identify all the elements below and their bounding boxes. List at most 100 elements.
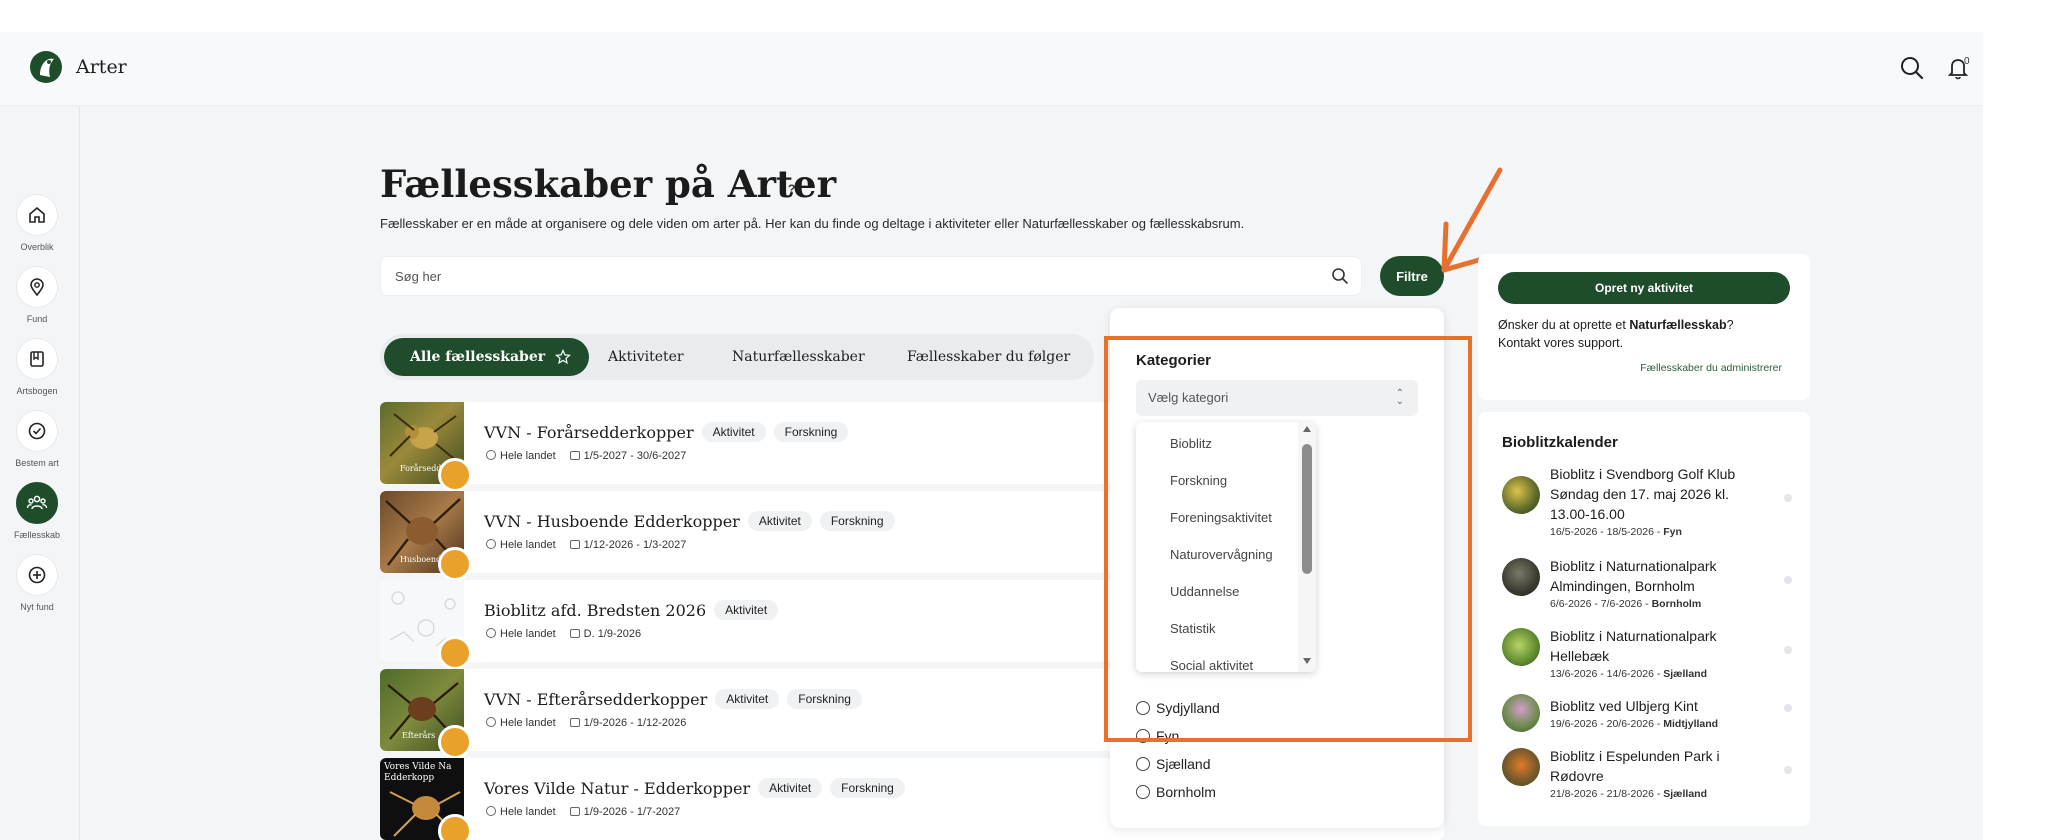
row-title: Bioblitz afd. Bredsten 2026 Aktivitet — [484, 600, 779, 620]
sidebar-item-label: Fællesskab — [13, 530, 60, 540]
calendar-event[interactable]: Bioblitz ved Ulbjerg Kint 19/6-2026 - 20… — [1502, 694, 1792, 736]
map-pin-icon — [16, 266, 58, 308]
search-box — [380, 256, 1362, 296]
event-thumbnail — [1502, 694, 1540, 732]
sidebar-item-bestem-art[interactable]: Bestem art — [0, 410, 74, 468]
check-circle-icon — [16, 410, 58, 452]
sidebar-item-faellesskab[interactable]: Fællesskab — [0, 482, 74, 540]
event-thumbnail — [1502, 476, 1540, 514]
tag-chip: Forskning — [830, 778, 905, 798]
row-meta: Hele landet 1/12-2026 - 1/3-2027 — [486, 539, 686, 551]
event-status-dot — [1784, 704, 1792, 712]
event-name: Bioblitz i Naturnationalpark Almindingen… — [1550, 558, 1717, 594]
event-status-dot — [1784, 494, 1792, 502]
location-icon — [486, 539, 496, 549]
tab-bar: Alle fællesskaber Aktiviteter Naturfælle… — [380, 334, 1094, 380]
event-thumbnail — [1502, 748, 1540, 786]
create-activity-button[interactable]: Opret ny aktivitet — [1498, 272, 1790, 304]
region-option-bornholm[interactable]: Bornholm — [1136, 784, 1216, 800]
app-window: Arter 0 Overblik Fund Artsbogen Bestem a… — [0, 32, 1983, 840]
bioblitz-calendar: Bioblitzkalender Bioblitz i Svendborg Go… — [1478, 412, 1810, 826]
row-title: VVN - Husboende Edderkopper Aktivitet Fors… — [484, 511, 895, 531]
row-title: Vores Vilde Natur - Edderkopper Aktivitet… — [484, 778, 905, 798]
tag-chip: Forskning — [773, 422, 849, 442]
arter-logo-icon[interactable] — [28, 49, 64, 85]
sidebar-item-artsbogen[interactable]: Artsbogen — [0, 338, 74, 396]
location-icon — [486, 450, 496, 460]
sidebar-item-label: Bestem art — [15, 458, 59, 468]
event-status-dot — [1784, 576, 1792, 584]
event-thumbnail — [1502, 558, 1540, 596]
tag-chip: Aktivitet — [747, 511, 812, 531]
tag-chip: Forskning — [787, 689, 862, 709]
event-name: Bioblitz i Naturnationalpark Hellebæk — [1550, 628, 1717, 664]
sidebar: Overblik Fund Artsbogen Bestem art Fælle… — [0, 106, 80, 840]
event-date: 16/5-2026 - 18/5-2026 - Fyn — [1550, 526, 1682, 538]
sidebar-item-label: Fund — [26, 314, 48, 324]
location-icon — [486, 806, 496, 816]
notification-count: 0 — [1964, 56, 1970, 67]
tab-label: Alle fællesskaber — [410, 349, 546, 365]
community-badge — [438, 725, 472, 759]
search-icon[interactable] — [1331, 267, 1349, 285]
event-name: Bioblitz i Espelunden Park i Rødovre — [1550, 748, 1720, 784]
tab-aktiviteter[interactable]: Aktiviteter — [608, 338, 684, 376]
create-activity-card: Opret ny aktivitet Ønsker du at oprette … — [1478, 254, 1810, 400]
page-subtitle: Fællesskaber er en måde at organisere og… — [380, 216, 1245, 231]
search-input[interactable] — [381, 257, 1281, 295]
page-title: Fællesskaber på Arter — [380, 162, 837, 206]
radio-button[interactable] — [1136, 757, 1150, 771]
event-date: 13/6-2026 - 14/6-2026 - Sjælland — [1550, 668, 1708, 680]
event-thumbnail — [1502, 628, 1540, 666]
calendar-icon — [569, 718, 580, 727]
event-date: 21/8-2026 - 21/8-2026 - Sjælland — [1550, 788, 1708, 800]
row-meta: Hele landet 1/9-2026 - 1/7-2027 — [486, 806, 680, 818]
home-icon — [16, 194, 58, 236]
calendar-title: Bioblitzkalender — [1502, 434, 1618, 451]
calendar-icon — [569, 629, 580, 638]
region-option-sjaelland[interactable]: Sjælland — [1136, 756, 1210, 772]
tab-naturfaellesskaber[interactable]: Naturfællesskaber — [732, 338, 865, 376]
community-icon — [16, 482, 58, 524]
community-badge — [438, 636, 472, 670]
tag-chip: Aktivitet — [701, 422, 766, 442]
radio-button[interactable] — [1136, 785, 1150, 799]
calendar-event[interactable]: Bioblitz i Naturnationalpark Almindingen… — [1502, 556, 1792, 610]
tag-chip: Aktivitet — [714, 600, 779, 620]
sidebar-item-nyt-fund[interactable]: Nyt fund — [0, 554, 74, 612]
top-bar: Arter 0 — [0, 32, 1983, 106]
calendar-event[interactable]: Bioblitz i Svendborg Golf Klub Søndag de… — [1502, 464, 1792, 538]
thumbnail-text: Efterårs — [402, 731, 436, 740]
sidebar-item-label: Artsbogen — [16, 386, 58, 396]
plus-circle-icon — [16, 554, 58, 596]
search-icon[interactable] — [1898, 54, 1926, 82]
help-icon[interactable]: ? — [788, 182, 795, 196]
sidebar-item-label: Nyt fund — [20, 602, 54, 612]
event-name: Bioblitz i Svendborg Golf Klub Søndag de… — [1550, 466, 1736, 522]
event-date: 19/6-2026 - 20/6-2026 - Midtjylland — [1550, 718, 1719, 730]
row-meta: Hele landet D. 1/9-2026 — [486, 628, 641, 640]
app-title[interactable]: Arter — [76, 56, 127, 78]
event-status-dot — [1784, 646, 1792, 654]
tag-chip: Forskning — [819, 511, 895, 531]
location-icon — [486, 628, 496, 638]
tag-chip: Aktivitet — [715, 689, 780, 709]
sidebar-item-fund[interactable]: Fund — [0, 266, 74, 324]
tab-faellesskaber-du-folger[interactable]: Fællesskaber du følger — [907, 338, 1070, 376]
calendar-icon — [569, 540, 580, 549]
annotation-highlight-box — [1104, 336, 1472, 742]
tag-chip: Aktivitet — [758, 778, 823, 798]
community-badge — [438, 458, 472, 492]
calendar-icon — [569, 451, 580, 460]
calendar-event[interactable]: Bioblitz i Naturnationalpark Hellebæk 13… — [1502, 626, 1792, 680]
admin-communities-link[interactable]: Fællesskaber du administrerer — [1640, 362, 1782, 374]
row-meta: Hele landet 1/5-2027 - 30/6-2027 — [486, 450, 686, 462]
sidebar-item-overblik[interactable]: Overblik — [0, 194, 74, 252]
book-icon — [16, 338, 58, 380]
tab-alle-faellesskaber[interactable]: Alle fællesskaber — [384, 338, 590, 376]
event-status-dot — [1784, 766, 1792, 774]
thumbnail-text: Vores Vilde Na Edderkopp — [384, 762, 452, 783]
star-icon — [555, 349, 572, 365]
calendar-event[interactable]: Bioblitz i Espelunden Park i Rødovre 21/… — [1502, 746, 1792, 802]
location-icon — [486, 717, 496, 727]
